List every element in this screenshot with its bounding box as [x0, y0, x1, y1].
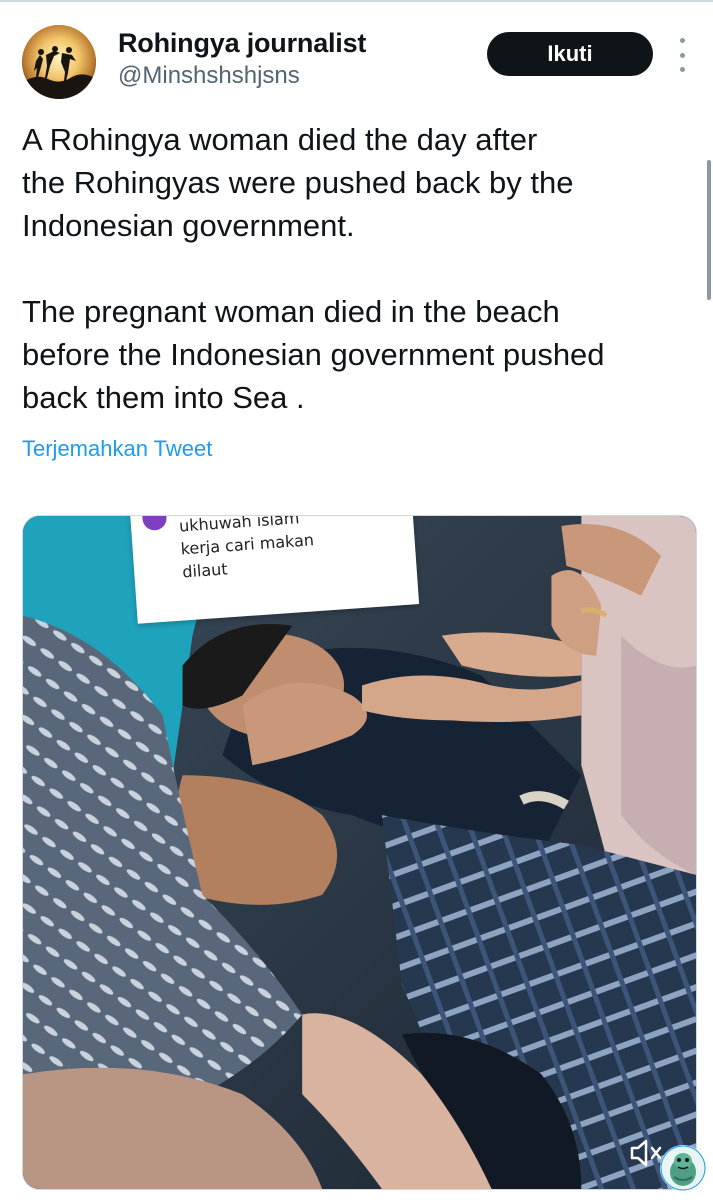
caption-avatar-dot [142, 516, 168, 532]
follow-button[interactable]: Ikuti [487, 32, 653, 76]
tweet-video[interactable]: ukhuwah islam kerja cari makan dilaut [22, 515, 697, 1190]
scrollbar[interactable] [707, 160, 711, 300]
more-dot [679, 52, 685, 58]
more-dot [679, 38, 685, 43]
top-divider [0, 0, 713, 2]
silhouette-avatar-icon [22, 25, 96, 99]
video-frame [23, 516, 696, 1189]
tweet-text: A Rohingya woman died the day after the … [22, 122, 605, 415]
tweet-page: Rohingya journalist @Minshshshjsns Ikuti… [0, 0, 713, 1200]
author-display-name[interactable]: Rohingya journalist [118, 28, 366, 59]
more-dot [679, 67, 685, 72]
author-avatar[interactable] [22, 25, 96, 99]
more-vertical-icon[interactable] [670, 38, 694, 72]
sticker-icon [660, 1145, 706, 1191]
translate-tweet-link[interactable]: Terjemahkan Tweet [22, 436, 212, 462]
author-handle[interactable]: @Minshshshjsns [118, 62, 300, 90]
